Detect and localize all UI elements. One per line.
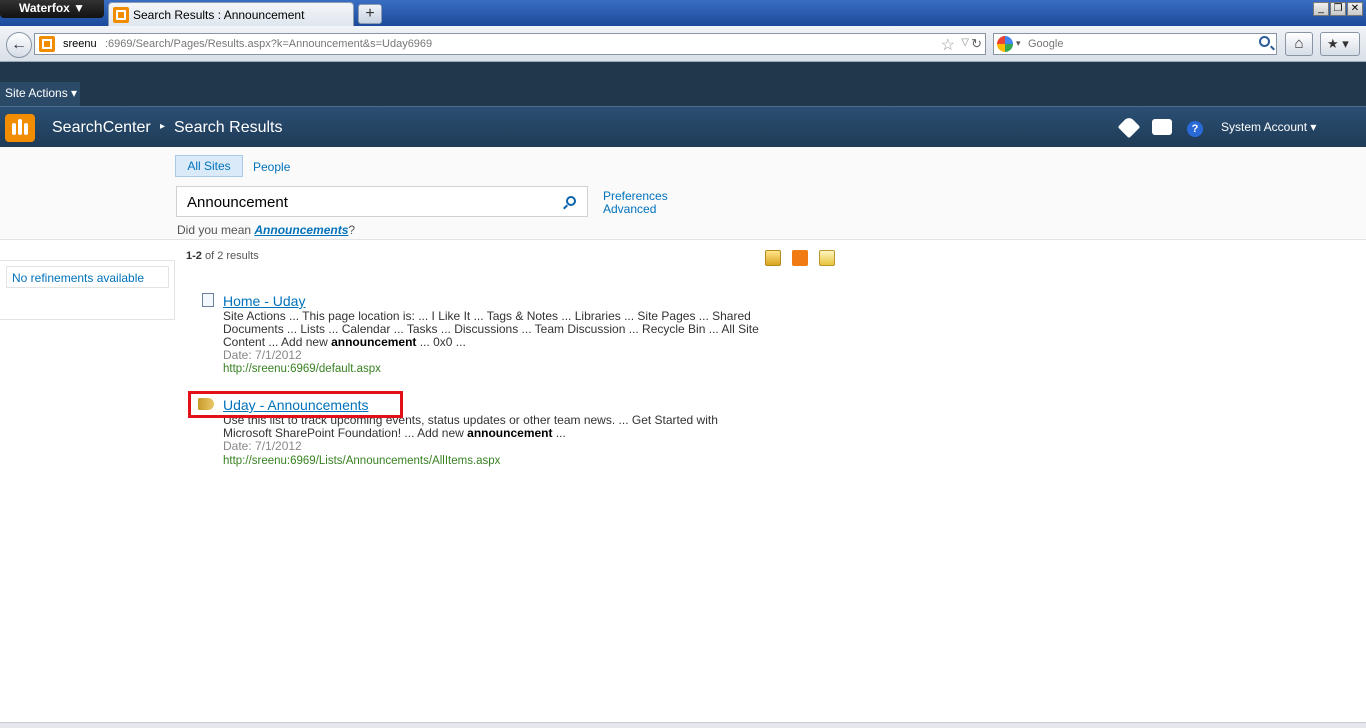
results-total: of 2 results — [201, 250, 259, 262]
tab-title: Search Results : Announcement — [133, 8, 305, 22]
result-url: http://sreenu:6969/default.aspx — [223, 363, 381, 375]
url-path: :6969/Search/Pages/Results.aspx?k=Announ… — [105, 38, 433, 50]
web-search-box[interactable]: ▾ Google — [993, 33, 1277, 55]
snippet-text: ... 0x0 ... — [416, 335, 466, 349]
snippet-text: ... — [552, 426, 566, 440]
search-go-icon[interactable] — [566, 196, 576, 206]
browser-titlebar: Waterfox ▼ Search Results : Announcement… — [0, 0, 1366, 26]
home-icon: ⌂ — [1294, 35, 1304, 52]
alert-me-icon[interactable] — [765, 250, 781, 266]
web-search-placeholder: Google — [1028, 38, 1064, 50]
address-bar[interactable]: sreenu :6969/Search/Pages/Results.aspx?k… — [34, 33, 986, 55]
did-you-mean: Did you mean Announcements? — [177, 223, 355, 237]
snippet-line: Content ... Add new announcement ... 0x0… — [223, 336, 793, 349]
site-logo-icon[interactable] — [5, 114, 35, 142]
result-url: http://sreenu:6969/Lists/Announcements/A… — [223, 455, 501, 467]
ribbon-bar — [0, 62, 1366, 106]
snippet-line: Microsoft SharePoint Foundation! ... Add… — [223, 427, 793, 440]
snippet-text: Microsoft SharePoint Foundation! ... Add… — [223, 426, 468, 440]
engine-dropdown-icon[interactable]: ▾ — [1016, 38, 1021, 49]
back-arrow-icon: ← — [11, 36, 27, 53]
snippet-hit: announcement — [331, 335, 417, 349]
browser-tab[interactable]: Search Results : Announcement — [108, 2, 354, 26]
result-date: Date: 7/1/2012 — [223, 348, 302, 362]
result-snippet: Site Actions ... This page location is: … — [223, 310, 793, 349]
result-date: Date: 7/1/2012 — [223, 439, 302, 453]
close-window-button[interactable]: ✕ — [1347, 2, 1363, 16]
breadcrumb-site[interactable]: SearchCenter — [52, 119, 151, 137]
breadcrumb-page: Search Results — [174, 119, 283, 136]
account-menu[interactable]: System Account ▾ — [1221, 120, 1316, 134]
bookmarks-icon: ★ ▾ — [1327, 36, 1349, 51]
site-identity-icon — [39, 36, 55, 52]
site-actions-menu[interactable]: Site Actions ▾ — [0, 82, 80, 106]
refinement-message: No refinements available — [12, 271, 145, 285]
new-tab-button[interactable]: + — [358, 4, 382, 24]
highlight-annotation-box — [188, 391, 403, 418]
search-action-icon[interactable] — [819, 250, 835, 266]
reload-icon[interactable]: ↻ — [971, 36, 982, 52]
site-header: SearchCenter ▸ Search Results ? System A… — [0, 106, 1366, 147]
did-you-mean-prefix: Did you mean — [177, 223, 255, 237]
preferences-link[interactable]: Preferences — [603, 189, 668, 203]
did-you-mean-suggestion-link[interactable]: Announcements — [254, 223, 348, 237]
snippet-text: Content ... Add new — [223, 335, 332, 349]
breadcrumb-separator-icon: ▸ — [160, 121, 166, 132]
results-count: 1-2 of 2 results — [186, 250, 259, 262]
i-like-it-tag-icon[interactable] — [1117, 115, 1141, 139]
home-button[interactable]: ⌂ — [1285, 32, 1313, 56]
bookmark-star-icon[interactable]: ☆ — [941, 35, 955, 55]
advanced-link[interactable]: Advanced — [603, 202, 656, 216]
bookmarks-button[interactable]: ★ ▾ — [1320, 32, 1360, 56]
navigation-toolbar: ← sreenu :6969/Search/Pages/Results.aspx… — [0, 26, 1366, 62]
app-menu-button[interactable]: Waterfox ▼ — [0, 0, 104, 18]
url-host: sreenu — [63, 38, 97, 50]
search-query-input[interactable]: Announcement — [176, 186, 588, 217]
google-engine-icon[interactable] — [997, 36, 1013, 52]
restore-button[interactable]: ❐ — [1330, 2, 1346, 16]
search-icon[interactable] — [1259, 36, 1270, 47]
search-query-text: Announcement — [187, 194, 288, 211]
scope-all-sites-tab[interactable]: All Sites — [175, 155, 243, 177]
url-dropdown-icon[interactable]: ▽ — [961, 37, 969, 48]
results-range: 1-2 — [186, 250, 202, 262]
did-you-mean-suffix: ? — [348, 223, 356, 237]
tags-notes-icon[interactable] — [1152, 119, 1172, 135]
help-icon[interactable]: ? — [1187, 121, 1203, 137]
snippet-hit: announcement — [467, 426, 553, 440]
result-title-link[interactable]: Home - Uday — [223, 293, 305, 309]
rss-icon[interactable] — [792, 250, 808, 266]
minimize-button[interactable]: _ — [1313, 2, 1329, 16]
back-button[interactable]: ← — [6, 32, 32, 58]
status-bar — [0, 722, 1366, 728]
scope-people-tab[interactable]: People — [253, 160, 290, 174]
page-document-icon — [202, 293, 214, 307]
sharepoint-favicon-icon — [113, 7, 129, 23]
